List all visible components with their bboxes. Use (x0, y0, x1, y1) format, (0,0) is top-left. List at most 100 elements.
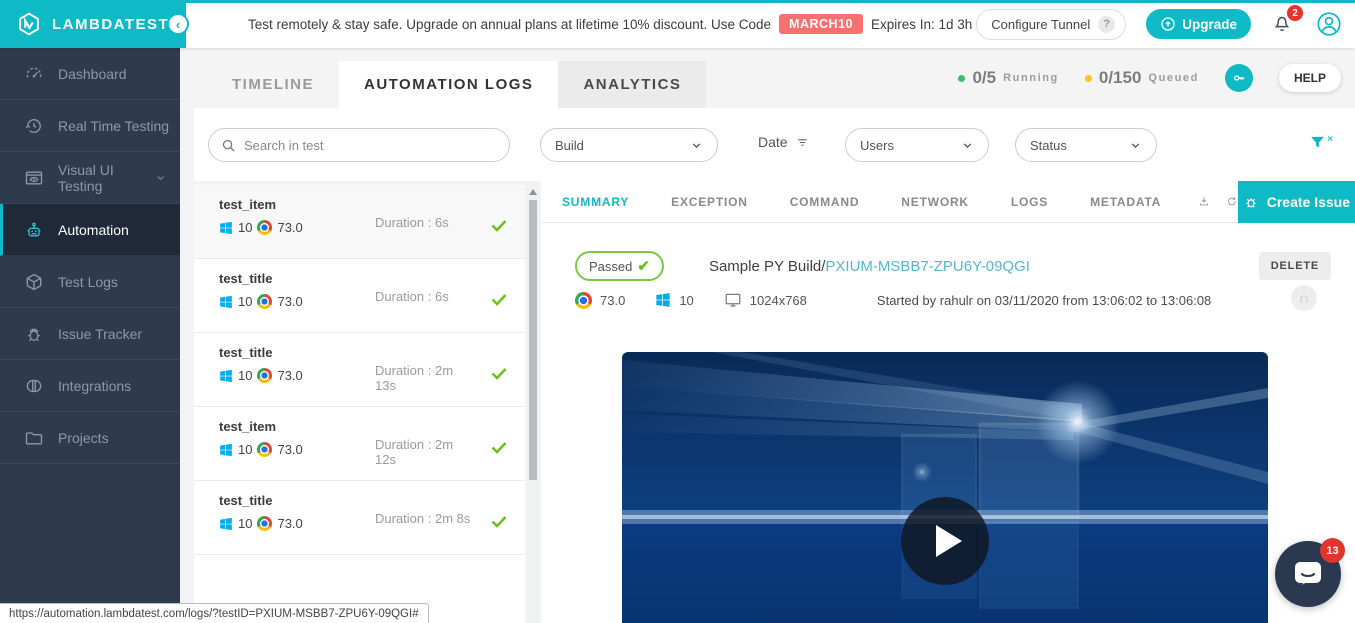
test-duration: Duration : 6s (375, 290, 475, 305)
running-value: 0/5 (972, 68, 996, 88)
date-filter[interactable]: Date (758, 134, 810, 150)
scrollbar-thumb[interactable] (529, 200, 537, 480)
users-dropdown[interactable]: Users (845, 128, 989, 162)
chevron-down-icon (155, 171, 166, 185)
passed-check-icon (491, 367, 507, 380)
build-dropdown[interactable]: Build (540, 128, 718, 162)
tab-command[interactable]: COMMAND (769, 195, 881, 209)
chat-unread-badge: 13 (1320, 538, 1345, 563)
scroll-up-arrow[interactable] (529, 189, 537, 195)
access-key-button[interactable] (1225, 64, 1253, 92)
test-meta-row: 73.0 10 1024x768 Started by rahulr on 03… (575, 291, 1211, 309)
tab-timeline[interactable]: TIMELINE (207, 61, 339, 108)
tab-logs[interactable]: LOGS (990, 195, 1069, 209)
user-avatar-icon[interactable] (1315, 10, 1343, 38)
dashboard-icon (24, 64, 44, 84)
sidebar-item-automation[interactable]: Automation (0, 204, 180, 256)
sidebar-item-visual-ui-testing[interactable]: Visual UI Testing (0, 152, 180, 204)
sidebar-item-dashboard[interactable]: Dashboard (0, 48, 180, 100)
notifications-button[interactable]: 2 (1271, 11, 1295, 37)
sidebar-collapse-button[interactable]: ‹ (167, 13, 189, 35)
build-dropdown-label: Build (555, 138, 584, 153)
help-button[interactable]: HELP (1279, 64, 1341, 92)
filter-lines-icon (795, 136, 810, 149)
test-list-scrollbar[interactable] (527, 185, 539, 623)
sidebar-item-label: Dashboard (58, 66, 127, 82)
help-question-icon[interactable]: ? (1098, 16, 1115, 33)
test-list-item[interactable]: test_title 10 73.0 Duration : 6s (194, 259, 525, 333)
status-check-icon: ✔ (637, 257, 650, 275)
search-input[interactable] (244, 138, 497, 153)
clear-x-icon: × (1327, 134, 1333, 145)
robot-icon (24, 220, 44, 240)
tab-analytics[interactable]: ANALYTICS (558, 61, 706, 108)
sidebar-item-issue-tracker[interactable]: Issue Tracker (0, 308, 180, 360)
passed-check-icon (491, 293, 507, 306)
upgrade-button[interactable]: Upgrade (1146, 9, 1251, 39)
test-list-item[interactable]: test_title 10 73.0 Duration : 2m 8s (194, 481, 525, 555)
folder-icon (24, 428, 44, 448)
test-environment: 10 73.0 (219, 516, 525, 531)
chevron-down-icon (1129, 139, 1142, 152)
os-version: 10 (238, 442, 252, 457)
meta-browser-version: 73.0 (600, 293, 625, 308)
windows-icon (655, 292, 671, 308)
status-dropdown[interactable]: Status (1015, 128, 1157, 162)
test-list-item[interactable]: test_title 10 73.0 Duration : 2m 13s (194, 333, 525, 407)
tab-network[interactable]: NETWORK (880, 195, 990, 209)
header-actions: Configure Tunnel ? Upgrade 2 (976, 0, 1343, 48)
main-tab-strip: TIMELINE AUTOMATION LOGS ANALYTICS 0/5 R… (180, 48, 1355, 108)
brand-name: LAMBDATEST (52, 16, 169, 33)
users-dropdown-label: Users (860, 138, 894, 153)
configure-tunnel-button[interactable]: Configure Tunnel ? (976, 9, 1126, 40)
sidebar-nav: Dashboard Real Time Testing Visual UI Te… (0, 48, 180, 623)
test-video-player[interactable] (622, 352, 1268, 623)
passed-check-icon (491, 219, 507, 232)
concurrency-stats: 0/5 Running 0/150 Queued HELP (958, 48, 1355, 108)
tab-summary[interactable]: SUMMARY (541, 195, 650, 209)
chat-widget-button[interactable]: 13 (1275, 541, 1341, 607)
os-version: 10 (238, 516, 252, 531)
tab-exception[interactable]: EXCEPTION (650, 195, 769, 209)
top-accent-line (0, 0, 1355, 3)
detail-tab-bar: SUMMARY EXCEPTION COMMAND NETWORK LOGS M… (541, 181, 1355, 223)
test-list-item[interactable]: test_item 10 73.0 Duration : 2m 12s (194, 407, 525, 481)
test-duration: Duration : 2m 8s (375, 512, 475, 527)
chevron-down-icon (961, 139, 974, 152)
sidebar-item-projects[interactable]: Projects (0, 412, 180, 464)
chrome-icon (257, 368, 272, 383)
sidebar-item-label: Test Logs (58, 274, 118, 290)
create-issue-button[interactable]: Create Issue (1238, 181, 1355, 223)
test-environment: 10 73.0 (219, 220, 525, 235)
sidebar-item-label: Automation (58, 222, 129, 238)
sidebar-item-real-time-testing[interactable]: Real Time Testing (0, 100, 180, 152)
automation-n-icon[interactable]: ∩ (1291, 285, 1317, 311)
test-id-link[interactable]: PXIUM-MSBB7-ZPU6Y-09QGI (825, 258, 1030, 275)
sidebar-item-integrations[interactable]: Integrations (0, 360, 180, 412)
build-name: Sample PY Build/ (709, 258, 825, 275)
running-stat: 0/5 Running (958, 68, 1058, 88)
test-detail-panel: SUMMARY EXCEPTION COMMAND NETWORK LOGS M… (541, 181, 1355, 623)
queued-dot (1085, 75, 1092, 82)
upgrade-label: Upgrade (1182, 17, 1237, 32)
brand-logo[interactable]: LAMBDATEST (0, 0, 186, 48)
delete-button[interactable]: DELETE (1259, 252, 1331, 280)
tab-automation-logs[interactable]: AUTOMATION LOGS (339, 61, 558, 108)
test-list-item[interactable]: test_item 10 73.0 Duration : 6s (194, 185, 525, 259)
clear-filters-button[interactable]: × (1309, 134, 1333, 151)
refresh-icon[interactable] (1226, 193, 1238, 210)
promo-code-badge: MARCH10 (779, 14, 863, 34)
download-icon[interactable] (1198, 193, 1210, 210)
box-icon (24, 272, 44, 292)
notification-count-badge: 2 (1287, 5, 1303, 21)
os-version: 10 (238, 368, 252, 383)
meta-resolution: 1024x768 (750, 293, 807, 308)
date-filter-label: Date (758, 134, 788, 150)
tab-metadata[interactable]: METADATA (1069, 195, 1182, 209)
browser-version: 73.0 (277, 220, 302, 235)
sidebar-item-test-logs[interactable]: Test Logs (0, 256, 180, 308)
play-icon (936, 525, 962, 557)
queued-label: Queued (1148, 72, 1199, 84)
running-label: Running (1003, 72, 1059, 84)
play-button[interactable] (901, 497, 989, 585)
